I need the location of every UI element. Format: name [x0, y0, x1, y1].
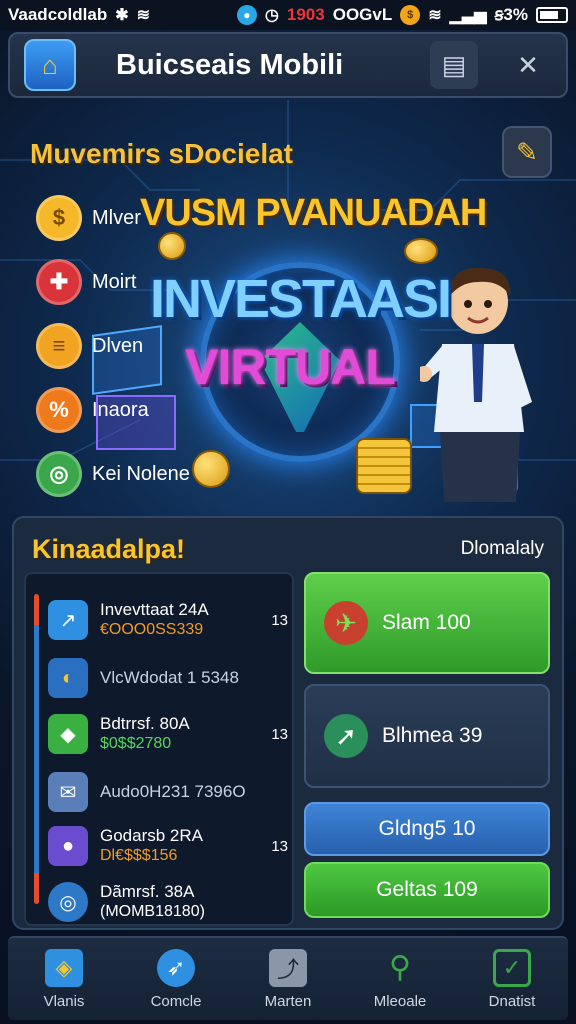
nav-item-market[interactable]: ⤴ Marten: [238, 948, 338, 1010]
investment-list: ↗ Invevttaat 24A €OOO0SS339 13 ◐ VlcWdod…: [24, 572, 294, 926]
category-list: $ Mlver ✚ Moirt ≡ Dlven % Inaora ◎ Kei N…: [36, 186, 190, 506]
list-item[interactable]: ● Godarsb 2RA Dl€$$$156 13: [48, 820, 288, 872]
action-label: Blhmea 39: [382, 724, 483, 747]
percent-icon: %: [36, 387, 82, 433]
search-icon: ⚲: [389, 951, 411, 984]
nav-item-checklist[interactable]: ✓ Dnatist: [462, 948, 562, 1010]
shield-icon: ✱: [115, 7, 129, 24]
wallet-icon[interactable]: ⌂: [24, 39, 76, 91]
status-carrier-text: Vaadcoldlab: [8, 5, 108, 24]
item-value: $0$$2780: [100, 735, 172, 752]
list-item[interactable]: ◎ Dãmrsf. 38A (MOMB18180): [48, 876, 288, 928]
promo-title-line2: VIRTUAL: [185, 339, 396, 395]
category-item[interactable]: ≡ Dlven: [36, 314, 190, 378]
app-bar: ⌂ Buicseais Mobili ▤ ✕: [8, 32, 568, 98]
item-name: Bdtrrsf. 80A: [100, 714, 190, 733]
list-item[interactable]: ↗ Invevttaat 24A €OOO0SS339 13: [48, 594, 288, 646]
item-value: €OOO0SS339: [100, 621, 204, 638]
section-title: Kinaadalpa!: [32, 534, 186, 564]
action-label: Gldng5 10: [378, 817, 476, 840]
nav-label: Mleoale: [373, 992, 427, 1010]
action-label: Slam 100: [382, 611, 471, 634]
category-item[interactable]: ◎ Kei Nolene: [36, 442, 190, 506]
mail-icon: ✉: [48, 772, 88, 812]
wifi-signal-icon: ≋: [428, 7, 442, 24]
rocket-icon: ✈: [324, 601, 368, 645]
diamond-icon: ◆: [48, 714, 88, 754]
nav-label: Marten: [264, 992, 312, 1010]
item-name: Godarsb 2RA: [100, 826, 203, 845]
category-label: Moirt: [92, 270, 137, 293]
dollar-coin-icon: $: [36, 195, 82, 241]
list-accent-bar: [34, 594, 39, 904]
category-label: Inaora: [92, 398, 149, 421]
nav-label: Comcle: [150, 992, 202, 1010]
category-item[interactable]: $ Mlver: [36, 186, 190, 250]
item-count: 13: [271, 837, 288, 855]
close-icon[interactable]: ✕: [504, 41, 552, 89]
app-title: Buicseais Mobili: [116, 48, 344, 81]
chart-icon: ✚: [36, 259, 82, 305]
clipboard-icon[interactable]: ▤: [430, 41, 478, 89]
category-label: Kei Nolene: [92, 462, 190, 485]
category-label: Mlver: [92, 206, 141, 229]
list-item[interactable]: ◆ Bdtrrsf. 80A $0$$2780 13: [48, 708, 288, 760]
list-item[interactable]: ✉ Audo0H231 7396O: [48, 766, 288, 818]
rocket-icon: ➶: [157, 948, 195, 987]
target-icon: ◎: [48, 882, 88, 922]
category-label: Dlven: [92, 334, 144, 357]
action-button-secondary[interactable]: ➚ Blhmea 39: [304, 684, 550, 788]
nav-label: Dnatist: [488, 992, 536, 1010]
item-name: Dãmrsf. 38A: [100, 882, 195, 901]
nav-label: Vlanis: [43, 992, 85, 1010]
globe-icon: ◎: [36, 451, 82, 497]
item-name: Invevttaat 24A: [100, 600, 209, 619]
action-label: Geltas 109: [376, 878, 478, 901]
portfolio-section: Kinaadalpa! Dlomalaly ↗ Invevttaat 24A €…: [12, 516, 564, 930]
hero-subtitle: Muvemirs sDocielat: [30, 138, 293, 169]
action-button-blue[interactable]: Gldng5 10: [304, 802, 550, 856]
circle-icon: ●: [48, 826, 88, 866]
coin-icon: ◐: [48, 658, 88, 698]
item-value: (MOMB18180): [100, 903, 205, 920]
coin-stack: [356, 438, 412, 494]
chart-icon: ↗: [48, 600, 88, 640]
status-bar: Vaadcoldlab ✱ ≋ ● ◷ 1903 OOGvL $ ≋ ▁▃▅ ꞩ…: [0, 0, 576, 30]
category-item[interactable]: ✚ Moirt: [36, 250, 190, 314]
nav-item-search[interactable]: ⚲ Mleoale: [350, 949, 450, 1010]
item-value: Dl€$$$156: [100, 847, 178, 864]
clock-icon: ◷: [264, 7, 279, 24]
promo-heading: VUSM PVANUADAH: [140, 192, 487, 234]
nav-item-compare[interactable]: ➶ Comcle: [126, 948, 226, 1010]
portfolio-icon: ◈: [45, 948, 83, 987]
coin-decoration: [192, 450, 230, 488]
money-icon: ≡: [36, 323, 82, 369]
trend-arrow-icon: ➚: [324, 714, 368, 758]
battery-percent: ꞩ3%: [494, 5, 528, 24]
status-time: 1903: [286, 5, 325, 24]
status-mid-text: OOGvL: [332, 5, 393, 24]
item-count: 13: [271, 611, 288, 629]
item-count: 13: [271, 725, 288, 743]
item-summary: VlcWdodat 1 5348: [100, 668, 239, 687]
nav-item-portfolio[interactable]: ◈ Vlanis: [14, 948, 114, 1010]
item-summary: Audo0H231 7396O: [100, 782, 246, 801]
coin-status-icon: $: [400, 5, 421, 25]
category-item[interactable]: % Inaora: [36, 378, 190, 442]
bottom-nav: ◈ Vlanis ➶ Comcle ⤴ Marten ⚲ Mleoale ✓ D…: [8, 936, 568, 1020]
list-item[interactable]: ◐ VlcWdodat 1 5348: [48, 652, 288, 704]
promo-title-line1: INVESTAASI: [150, 269, 452, 329]
market-chart-icon: ⤴: [269, 948, 307, 987]
wifi-icon: ≋: [136, 7, 151, 24]
action-button-green[interactable]: Geltas 109: [304, 862, 550, 918]
edit-icon[interactable]: ✎: [502, 126, 552, 178]
battery-icon: [536, 7, 568, 23]
cell-signal-icon: ▁▃▅: [449, 7, 487, 24]
view-all-link[interactable]: Dlomalaly: [461, 538, 544, 560]
location-icon: ●: [236, 5, 257, 25]
coin-decoration: [404, 238, 438, 264]
action-button-primary[interactable]: ✈ Slam 100: [304, 572, 550, 674]
checklist-icon: ✓: [493, 948, 531, 987]
